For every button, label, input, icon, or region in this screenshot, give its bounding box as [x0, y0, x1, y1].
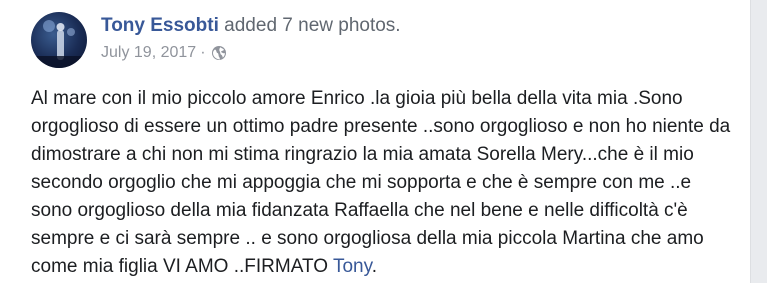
post-body-end: .: [371, 256, 377, 277]
post-date-link[interactable]: July 19, 2017: [101, 43, 196, 63]
post-action-text: added 7 new photos.: [224, 15, 401, 36]
post-meta: July 19, 2017 ·: [101, 43, 227, 63]
avatar-photo-icon: [31, 20, 87, 68]
post-header: Tony Essobti added 7 new photos.: [101, 15, 401, 37]
globe-icon[interactable]: [211, 45, 227, 61]
meta-separator: ·: [200, 44, 206, 61]
author-name-link[interactable]: Tony Essobti: [101, 15, 219, 36]
tagged-user-link[interactable]: Tony: [333, 256, 372, 277]
post-card: Tony Essobti added 7 new photos. July 19…: [0, 0, 751, 283]
post-body: Al mare con il mio piccolo amore Enrico …: [31, 85, 731, 281]
avatar[interactable]: [31, 12, 87, 68]
post-body-text: Al mare con il mio piccolo amore Enrico …: [31, 88, 731, 277]
